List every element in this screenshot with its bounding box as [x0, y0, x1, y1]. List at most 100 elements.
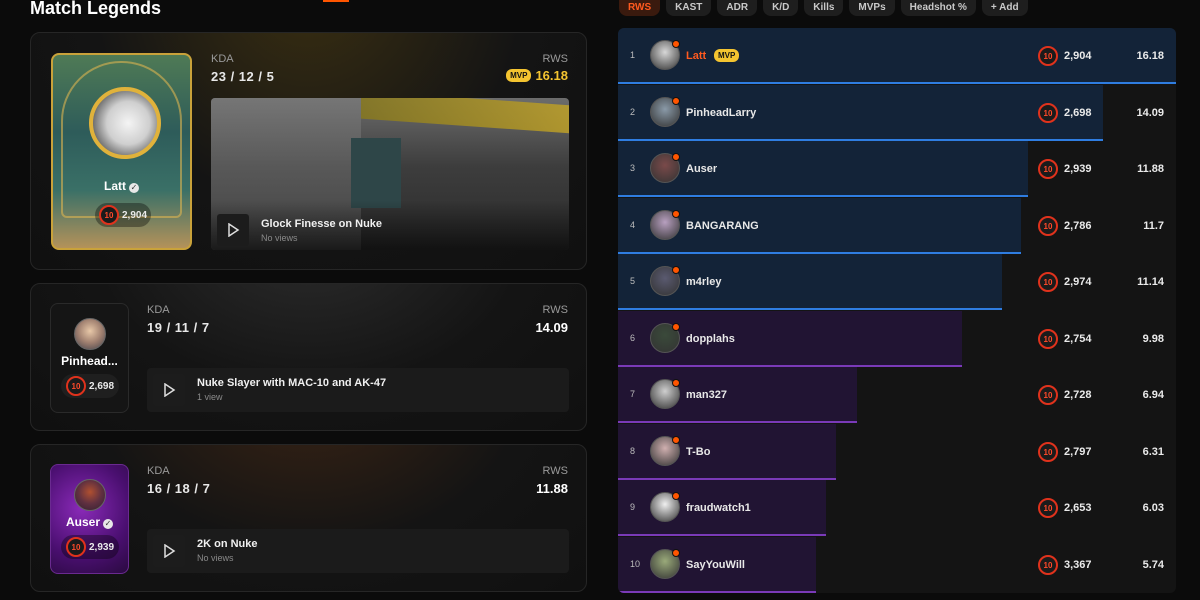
video-title[interactable]: Glock Finesse on Nuke	[261, 218, 382, 230]
tab-adr[interactable]: ADR	[717, 0, 758, 16]
rws-value: 6.94	[1142, 389, 1164, 401]
rws-value: 5.74	[1142, 559, 1164, 571]
play-icon	[228, 223, 240, 237]
player-name[interactable]: SayYouWill	[686, 559, 745, 571]
verified-icon: ✓	[129, 183, 139, 193]
tab-kast[interactable]: KAST	[666, 0, 712, 16]
rws-value: 16.18	[1136, 50, 1164, 62]
mvp-badge: MVP	[714, 49, 740, 62]
player-name[interactable]: m4rley	[686, 276, 721, 288]
elo-badge: 10 2,786	[1038, 216, 1092, 236]
video-views: No views	[197, 553, 234, 563]
elo-badge: 10 2,653	[1038, 498, 1092, 518]
skill-level-icon: 10	[65, 376, 86, 396]
play-button[interactable]	[153, 374, 185, 406]
accent-line	[323, 0, 349, 2]
leaderboard-row[interactable]: 9 fraudwatch1 10 2,653 6.03	[618, 480, 1176, 536]
player-name[interactable]: Auser	[686, 163, 717, 175]
tab-rws[interactable]: RWS	[619, 0, 661, 16]
video-title[interactable]: 2K on Nuke	[197, 538, 258, 550]
player-name[interactable]: T-Bo	[686, 446, 710, 458]
leaderboard-row[interactable]: 5 m4rley 10 2,974 11.14	[618, 254, 1176, 310]
rank-number: 5	[630, 276, 636, 286]
elo-value: 2,797	[1064, 446, 1092, 458]
skill-level-icon: 10	[1038, 442, 1058, 462]
play-button[interactable]	[153, 535, 185, 567]
play-button[interactable]	[217, 214, 249, 246]
skill-level-icon: 10	[1038, 272, 1058, 292]
tab-kills[interactable]: Kills	[804, 0, 844, 16]
rws-value: MVP 16.18	[506, 68, 568, 83]
legend-card-3[interactable]: Auser ✓ 10 2,939 KDA 16 / 18 / 7 RWS 11.8…	[30, 444, 587, 592]
status-dot-icon	[672, 323, 680, 331]
rws-value: 6.31	[1142, 446, 1164, 458]
player-name[interactable]: man327	[686, 389, 727, 401]
player-name[interactable]: fraudwatch1	[686, 502, 751, 514]
skill-level-icon: 10	[1038, 329, 1058, 349]
avatar	[74, 318, 106, 350]
player-name[interactable]: PinheadLarry	[686, 107, 756, 119]
player-name[interactable]: BANGARANG	[686, 220, 759, 232]
leaderboard-row[interactable]: 10 SayYouWill 10 3,367 5.74	[618, 537, 1176, 593]
rank-number: 10	[630, 559, 641, 569]
elo-value: 3,367	[1064, 559, 1092, 571]
rws-value: 11.14	[1137, 276, 1164, 288]
elo-value: 2,786	[1064, 220, 1092, 232]
status-dot-icon	[672, 210, 680, 218]
video-title[interactable]: Nuke Slayer with MAC-10 and AK-47	[197, 377, 386, 389]
elo-badge: 10 3,367	[1038, 555, 1092, 575]
skill-level-icon: 10	[1038, 498, 1058, 518]
player-name: Pinhead...	[61, 354, 118, 368]
status-dot-icon	[672, 379, 680, 387]
player-name: Auser ✓	[65, 515, 113, 529]
stat-tabs: RWS KAST ADR K/D Kills MVPs Headshot % +…	[619, 0, 1028, 16]
video-row[interactable]: 2K on Nuke No views	[147, 529, 569, 573]
kda-label: KDA	[147, 304, 170, 316]
player-hero-card[interactable]: Latt ✓ 10 2,904	[51, 53, 192, 250]
rank-number: 6	[630, 333, 636, 343]
status-dot-icon	[672, 266, 680, 274]
player-name[interactable]: Latt	[686, 50, 706, 62]
skill-level-icon: 10	[65, 537, 86, 557]
rws-value: 14.09	[535, 320, 568, 335]
tab-mvps[interactable]: MVPs	[849, 0, 895, 16]
elo-value: 2,698	[88, 380, 115, 392]
verified-icon: ✓	[103, 519, 113, 529]
skill-level-icon: 10	[1038, 103, 1058, 123]
elo-value: 2,904	[1064, 50, 1092, 62]
leaderboard-row[interactable]: 8 T-Bo 10 2,797 6.31	[618, 424, 1176, 480]
status-dot-icon	[672, 40, 680, 48]
legend-card-1[interactable]: Latt ✓ 10 2,904 KDA 23 / 12 / 5 RWS MVP 16…	[30, 32, 587, 270]
video-thumbnail[interactable]: Glock Finesse on Nuke No views	[211, 98, 569, 250]
leaderboard-row[interactable]: 6 dopplahs 10 2,754 9.98	[618, 311, 1176, 367]
leaderboard-row[interactable]: 3 Auser 10 2,939 11.88	[618, 141, 1176, 197]
rws-label: RWS	[542, 465, 568, 477]
rank-number: 4	[630, 220, 636, 230]
elo-badge: 10 2,939	[61, 535, 119, 559]
player-name[interactable]: dopplahs	[686, 333, 735, 345]
status-dot-icon	[672, 97, 680, 105]
tab-headshot[interactable]: Headshot %	[900, 0, 976, 16]
leaderboard-row[interactable]: 2 PinheadLarry 10 2,698 14.09	[618, 85, 1176, 141]
status-dot-icon	[672, 436, 680, 444]
kda-label: KDA	[147, 465, 170, 477]
skill-level-icon: 10	[1038, 216, 1058, 236]
leaderboard-row[interactable]: 1 Latt MVP 10 2,904 16.18	[618, 28, 1176, 84]
rws-value: 11.88	[536, 481, 568, 496]
skill-level-icon: 10	[1038, 385, 1058, 405]
legend-card-2[interactable]: Pinhead... 10 2,698 KDA 19 / 11 / 7 RWS …	[30, 283, 587, 431]
skill-level-icon: 10	[1038, 555, 1058, 575]
leaderboard-row[interactable]: 4 BANGARANG 10 2,786 11.7	[618, 198, 1176, 254]
elo-badge: 10 2,698	[1038, 103, 1092, 123]
kda-value: 23 / 12 / 5	[211, 69, 275, 84]
tab-kd[interactable]: K/D	[763, 0, 799, 16]
add-stat-button[interactable]: + Add	[981, 0, 1028, 16]
rank-number: 3	[630, 163, 636, 173]
player-mini-card[interactable]: Pinhead... 10 2,698	[50, 303, 129, 413]
rws-value: 11.7	[1143, 220, 1164, 232]
video-row[interactable]: Nuke Slayer with MAC-10 and AK-47 1 view	[147, 368, 569, 412]
leaderboard-row[interactable]: 7 man327 10 2,728 6.94	[618, 367, 1176, 423]
elo-badge: 10 2,754	[1038, 329, 1092, 349]
mvp-badge: MVP	[506, 69, 532, 82]
player-mini-card[interactable]: Auser ✓ 10 2,939	[50, 464, 129, 574]
